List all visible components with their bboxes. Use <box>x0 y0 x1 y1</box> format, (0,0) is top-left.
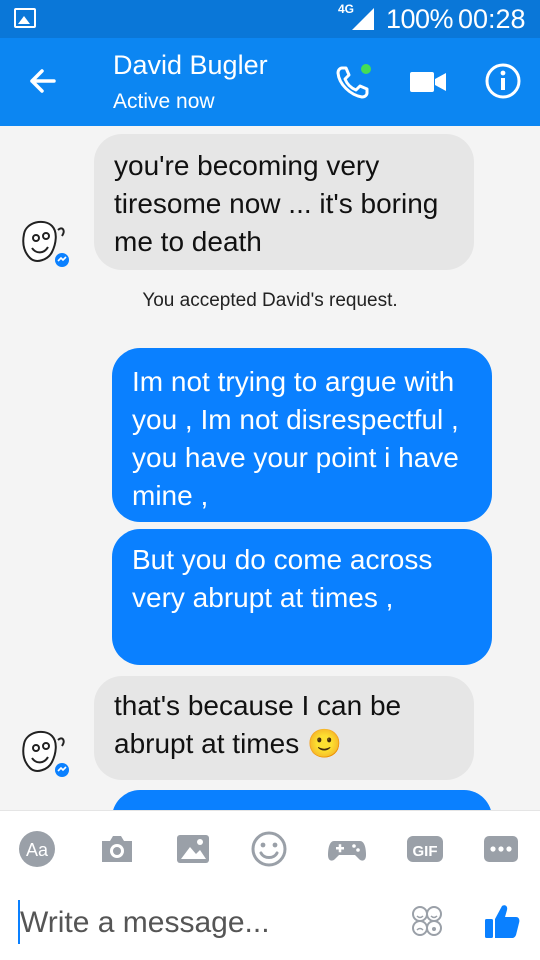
thumbs-up-icon[interactable] <box>482 902 522 942</box>
game-controller-icon[interactable] <box>326 829 368 869</box>
message-text: you're becoming very tiresome now ... it… <box>114 150 439 257</box>
active-status: Active now <box>113 90 215 113</box>
contact-name[interactable]: David Bugler <box>113 50 268 81</box>
more-options-icon[interactable] <box>480 829 522 869</box>
message-input[interactable]: Write a message... <box>20 906 270 940</box>
contact-avatar[interactable] <box>14 724 70 780</box>
system-notice: You accepted David's request. <box>142 290 398 311</box>
battery-level: 100% <box>386 4 454 34</box>
outgoing-message[interactable]: But you do come across very abrupt at ti… <box>112 529 492 665</box>
gallery-icon[interactable] <box>172 829 214 869</box>
message-text: that's because I can be abrupt at times <box>114 690 402 759</box>
message-list[interactable]: you're becoming very tiresome now ... it… <box>0 126 540 810</box>
gif-icon[interactable]: GIF <box>404 829 446 869</box>
emoji-icon[interactable] <box>248 829 290 869</box>
message-text: Im not trying to argue with you , Im not… <box>132 366 459 511</box>
back-arrow-icon[interactable] <box>22 60 64 102</box>
text-format-icon[interactable]: Aa <box>16 829 58 869</box>
signal-icon <box>352 8 374 30</box>
clock: 00:28 <box>458 4 526 34</box>
aa-label: Aa <box>26 840 49 860</box>
gallery-notification-icon <box>14 8 36 28</box>
message-composer[interactable]: Write a message... <box>0 884 540 960</box>
conversation-header: David Bugler Active now <box>0 38 540 126</box>
contact-avatar[interactable] <box>14 214 70 270</box>
phone-call-icon[interactable] <box>332 60 376 104</box>
video-call-icon[interactable] <box>408 64 448 100</box>
outgoing-message-partial[interactable] <box>112 790 492 810</box>
incoming-message[interactable]: you're becoming very tiresome now ... it… <box>94 134 474 270</box>
gif-label: GIF <box>413 843 438 860</box>
info-icon[interactable] <box>484 62 522 100</box>
status-bar: 4G 100% 00:28 <box>0 0 540 38</box>
message-text: But you do come across very abrupt at ti… <box>132 544 433 613</box>
stickers-icon[interactable] <box>410 904 444 938</box>
incoming-message[interactable]: that's because I can be abrupt at times … <box>94 676 474 780</box>
smile-emoji: 🙂 <box>306 728 342 759</box>
composer-toolbar: Aa GIF <box>0 810 540 885</box>
outgoing-message[interactable]: Im not trying to argue with you , Im not… <box>112 348 492 522</box>
camera-icon[interactable] <box>96 829 138 869</box>
